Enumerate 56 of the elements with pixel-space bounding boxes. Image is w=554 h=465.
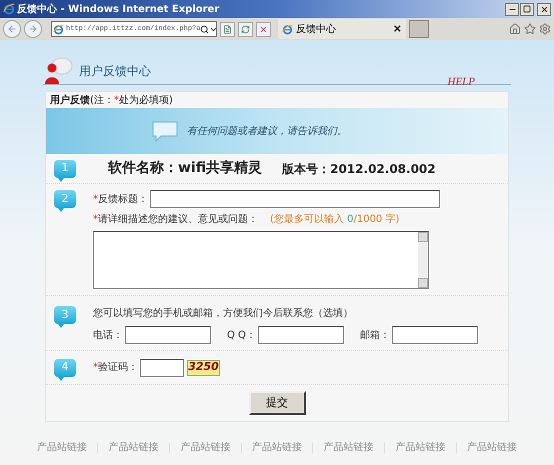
field-label: *反馈标题： xyxy=(93,192,148,206)
footer-link[interactable]: 产品站链接 xyxy=(37,440,87,455)
browser-logo-icon xyxy=(53,24,64,34)
browser-tab[interactable]: 反馈中心 × xyxy=(278,19,406,39)
forward-arrow-icon xyxy=(28,24,38,34)
title-input[interactable] xyxy=(150,190,440,208)
user-avatar-icon xyxy=(43,56,73,84)
compatibility-button[interactable] xyxy=(220,22,235,36)
maximize-button[interactable] xyxy=(520,2,534,16)
close-button[interactable] xyxy=(537,2,551,16)
back-arrow-icon xyxy=(7,24,17,34)
search-icon[interactable] xyxy=(200,24,210,34)
captcha-input[interactable] xyxy=(140,358,184,376)
contact-input[interactable] xyxy=(258,326,344,344)
browser-logo-icon xyxy=(3,3,15,15)
field-label: 邮箱： xyxy=(360,328,390,342)
field-label: *请详细描述您的建议、意见或问题： xyxy=(93,212,258,227)
contact-input[interactable] xyxy=(125,326,211,344)
refresh-icon xyxy=(241,24,250,34)
captcha-image[interactable]: 3250 xyxy=(187,360,220,376)
banner-text: 有任何问题或者建议，请告诉我们。 xyxy=(187,124,347,138)
help-link[interactable]: HELP xyxy=(448,74,475,90)
field-label: *验证码： xyxy=(93,361,138,375)
page-heading: 用户反馈中心 xyxy=(79,63,151,80)
maximize-icon xyxy=(523,5,531,13)
stop-icon xyxy=(259,24,268,34)
speech-bubble-icon xyxy=(151,120,179,142)
stop-button[interactable] xyxy=(256,22,271,36)
tab-close-button[interactable]: × xyxy=(392,20,402,38)
footer-link[interactable]: 产品站链接 xyxy=(180,440,230,455)
version-number: 版本号：2012.02.08.002 xyxy=(282,160,436,178)
footer-link[interactable]: 产品站链接 xyxy=(108,440,159,455)
document-icon xyxy=(223,24,232,34)
home-icon[interactable] xyxy=(509,23,521,35)
minimize-button[interactable] xyxy=(505,2,519,16)
footer-link[interactable]: 产品站链接 xyxy=(466,440,517,455)
refresh-button[interactable] xyxy=(238,22,253,36)
window-title: 反馈中心 - Windows Internet Explorer xyxy=(17,2,220,16)
scrollbar[interactable] xyxy=(418,232,428,288)
settings-icon[interactable] xyxy=(539,23,551,35)
footer-link[interactable]: 产品站链接 xyxy=(395,440,446,455)
contact-instruction: 您可以填写您的手机或邮箱，方便我们今后联系您（选填） xyxy=(93,306,354,321)
field-label: Q Q： xyxy=(227,328,256,342)
description-textarea[interactable] xyxy=(93,231,429,289)
tab-title: 反馈中心 xyxy=(296,22,336,36)
close-icon xyxy=(540,4,548,14)
field-label: 电话： xyxy=(93,328,123,342)
footer-link[interactable]: 产品站链接 xyxy=(324,440,374,455)
browser-logo-icon xyxy=(282,24,293,34)
character-limit: (您最多可以输入 0/1000 字) xyxy=(270,212,400,227)
footer-link[interactable]: 产品站链接 xyxy=(252,440,302,455)
software-name: 软件名称：wifi共享精灵 xyxy=(108,158,262,178)
form-note: 用户反馈(注：*处为必填项) xyxy=(50,93,173,108)
favorites-icon[interactable] xyxy=(524,23,536,35)
contact-input[interactable] xyxy=(392,326,478,344)
submit-button[interactable]: 提交 xyxy=(248,391,306,415)
